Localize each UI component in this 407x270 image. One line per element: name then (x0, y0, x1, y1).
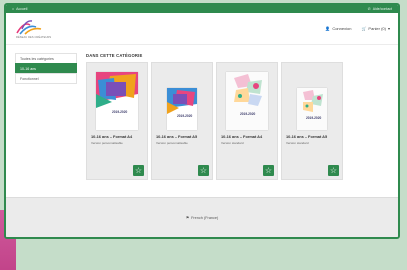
product-title[interactable]: 10-16 ans – Format A5 (152, 134, 212, 139)
account-button[interactable]: 👤 Connexion (325, 26, 351, 31)
star-icon: ☆ (264, 166, 273, 175)
cover-year: 2019-2020 (177, 114, 193, 118)
cart-button[interactable]: 🛒 Panier (0) ▾ (361, 26, 390, 31)
site-header: RÉSEAU DES CRÉATEURS 👤 Connexion 🛒 Panie… (6, 13, 398, 45)
cover-art (96, 72, 138, 130)
favorite-button[interactable]: ☆ (263, 165, 274, 176)
app-window: ⌂ Accueil ✆ Aide/contact RÉSEAU DES CRÉA… (4, 3, 400, 239)
header-actions: 👤 Connexion 🛒 Panier (0) ▾ (325, 26, 390, 31)
logo-mark-icon (16, 19, 42, 35)
logo-text: RÉSEAU DES CRÉATEURS (16, 35, 52, 39)
favorite-button[interactable]: ☆ (133, 165, 144, 176)
cover-year: 2019-2020 (306, 116, 322, 120)
favorite-button[interactable]: ☆ (328, 165, 339, 176)
help-link[interactable]: ✆ Aide/contact (368, 7, 392, 11)
main-area: Toutes les catégories 10-16 ans Fonction… (6, 45, 398, 192)
product-card[interactable]: 2019-2020 10-16 ans – Format A5 Version … (151, 62, 213, 180)
product-card[interactable]: 2019-2020 10-16 ans – Format A4 Version … (86, 62, 148, 180)
favorite-button[interactable]: ☆ (198, 165, 209, 176)
product-title[interactable]: 10-16 ans – Format A4 (87, 134, 147, 139)
home-link-label: Accueil (16, 7, 28, 11)
cover-art (297, 88, 327, 130)
product-cover-image[interactable]: 2019-2020 (226, 72, 268, 130)
product-subtitle: Version standard (221, 141, 244, 145)
home-icon: ⌂ (12, 7, 15, 11)
product-title[interactable]: 10-16 ans – Format A5 (282, 134, 342, 139)
product-cover-image[interactable]: 2019-2020 (297, 88, 327, 130)
phone-icon: ✆ (367, 7, 371, 11)
language-selector[interactable]: French (France) (191, 216, 218, 220)
product-card[interactable]: 2019-2020 10-16 ans – Format A5 Version … (281, 62, 343, 180)
product-card[interactable]: 2019-2020 10-16 ans – Format A4 Version … (216, 62, 278, 180)
product-cover-image[interactable]: 2019-2020 (96, 72, 138, 130)
cover-art (167, 88, 197, 130)
top-bar: ⌂ Accueil ✆ Aide/contact (6, 5, 398, 13)
cover-year: 2019-2020 (112, 110, 128, 114)
category-sidebar: Toutes les catégories 10-16 ans Fonction… (15, 53, 77, 192)
logo[interactable]: RÉSEAU DES CRÉATEURS (16, 19, 51, 39)
star-icon: ☆ (199, 166, 208, 175)
product-subtitle: Version personnalisable (91, 141, 123, 145)
sidebar-item-fonctionnel[interactable]: Fonctionnel (15, 73, 77, 84)
flag-icon: ⚑ (185, 216, 190, 220)
cart-label: Panier (0) (368, 26, 386, 31)
star-icon: ☆ (329, 166, 338, 175)
help-link-label: Aide/contact (372, 7, 392, 11)
section-title: DANS CETTE CATÉGORIE (86, 53, 143, 58)
chevron-down-icon: ▾ (387, 26, 390, 31)
user-icon: 👤 (325, 26, 331, 31)
star-icon: ☆ (134, 166, 143, 175)
product-subtitle: Version standard (286, 141, 309, 145)
home-link[interactable]: ⌂ Accueil (12, 7, 27, 11)
cover-year: 2019-2020 (240, 112, 256, 116)
product-cover-image[interactable]: 2019-2020 (167, 88, 197, 130)
product-grid: 2019-2020 10-16 ans – Format A4 Version … (86, 62, 398, 180)
product-section: DANS CETTE CATÉGORIE 2019-2020 10-16 ans… (86, 53, 398, 192)
product-subtitle: Version personnalisable (156, 141, 188, 145)
product-title[interactable]: 10-16 ans – Format A4 (217, 134, 277, 139)
site-footer: ⚑ French (France) (6, 197, 398, 237)
cart-icon: 🛒 (361, 26, 367, 31)
account-label: Connexion (332, 26, 352, 31)
cover-art (226, 72, 268, 130)
